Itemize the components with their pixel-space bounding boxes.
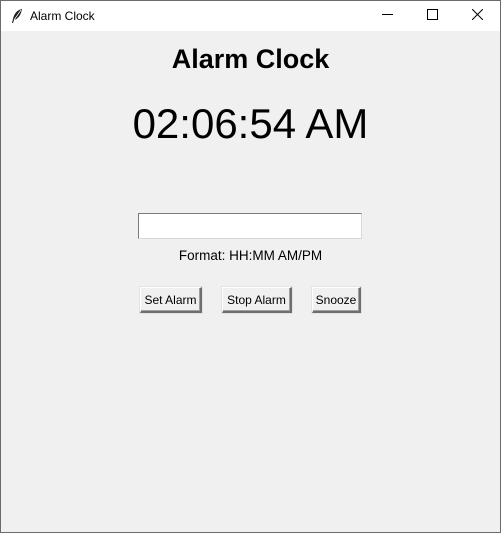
maximize-icon xyxy=(426,7,438,25)
maximize-button[interactable] xyxy=(409,1,455,31)
window-title: Alarm Clock xyxy=(30,9,95,23)
alarm-time-input[interactable] xyxy=(138,213,362,239)
format-hint-label: Format: HH:MM AM/PM xyxy=(178,248,323,263)
set-alarm-button[interactable]: Set Alarm xyxy=(140,287,202,313)
main-panel: Alarm Clock 02:06:54 AM Format: HH:MM AM… xyxy=(1,31,500,532)
minimize-button[interactable] xyxy=(364,1,410,31)
feather-icon xyxy=(10,8,24,24)
close-button[interactable] xyxy=(454,1,500,31)
close-icon xyxy=(471,7,483,25)
minimize-icon xyxy=(381,7,393,25)
page-title: Alarm Clock xyxy=(171,44,330,74)
stop-alarm-button[interactable]: Stop Alarm xyxy=(222,287,292,313)
clock-display: 02:06:54 AM xyxy=(132,100,369,147)
app-window: Alarm Clock Alarm Clock 02:06:54 AM Form… xyxy=(0,0,501,533)
snooze-button[interactable]: Snooze xyxy=(312,287,361,313)
title-bar[interactable]: Alarm Clock xyxy=(1,1,500,31)
